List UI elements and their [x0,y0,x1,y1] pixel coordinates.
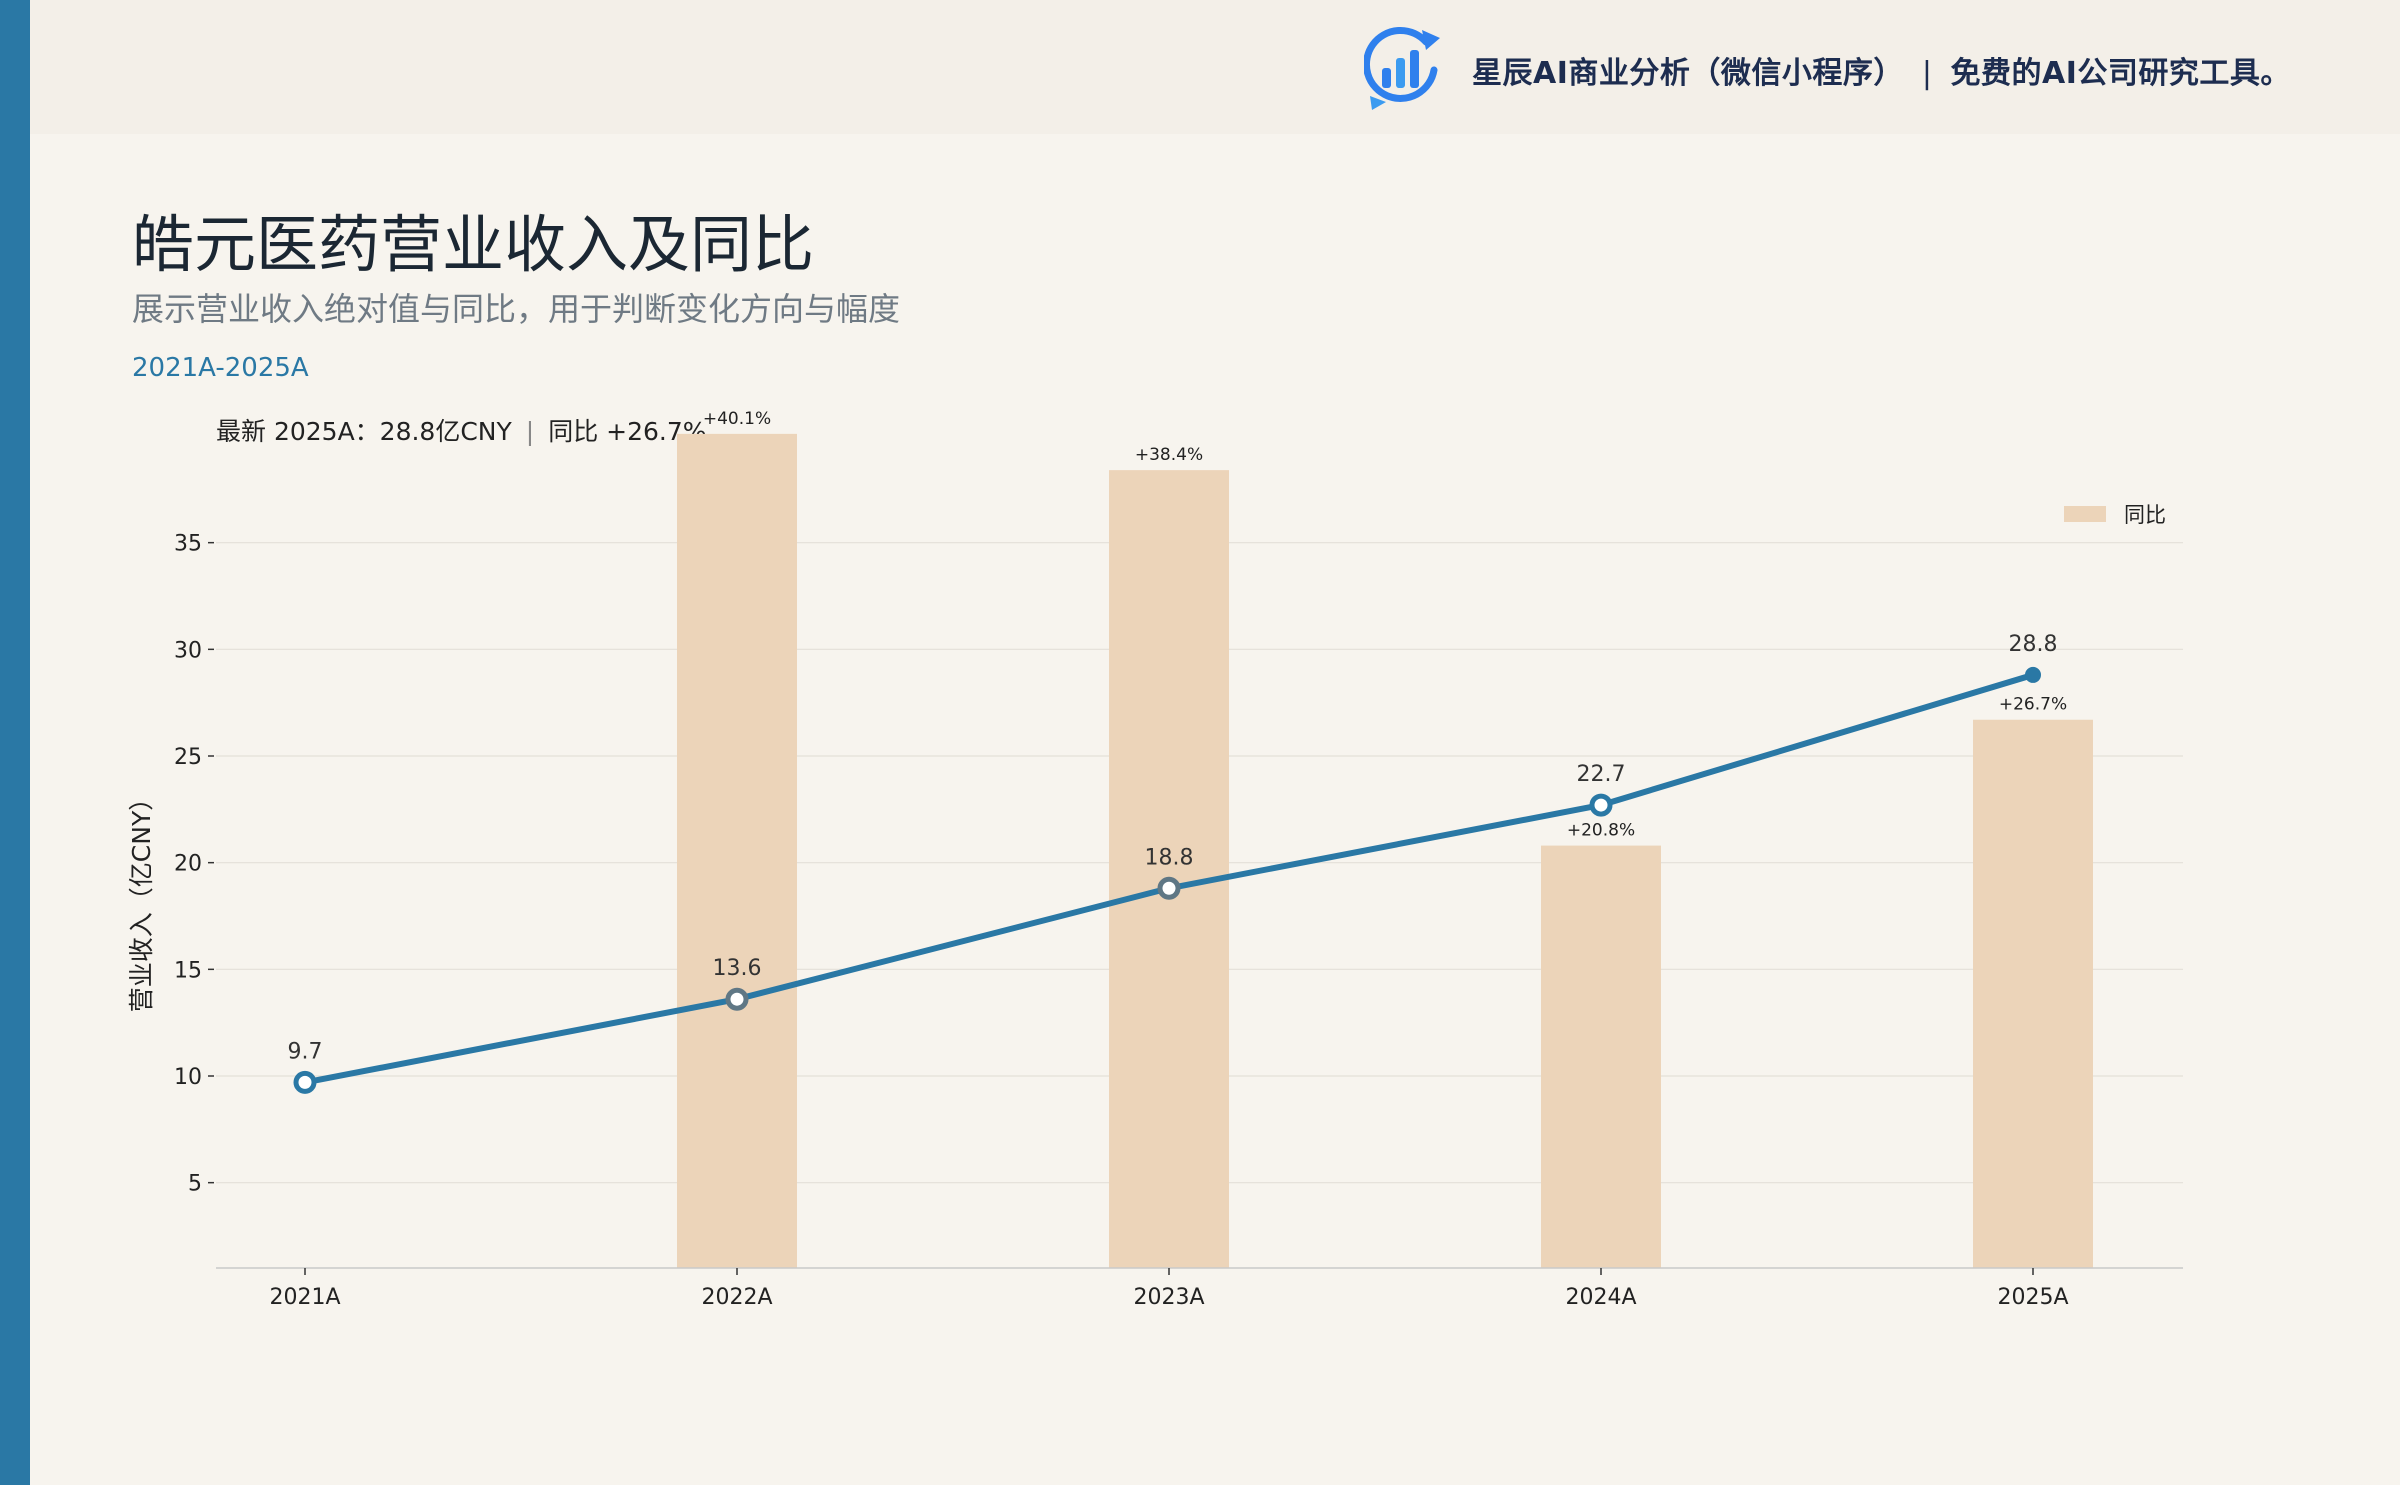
yoy-bar [1541,845,1661,1268]
revenue-point [1157,876,1181,900]
revenue-point [293,1070,317,1094]
x-tick-label: 2022A [701,1285,772,1310]
x-tick-label: 2024A [1565,1285,1636,1310]
yoy-bar-label: +26.7% [1999,695,2067,715]
chart-legend: 同比 [2064,503,2166,527]
revenue-point-label: 28.8 [2009,632,2058,657]
y-tick-label: 20 [174,852,202,877]
y-axis-ticks: 5 10 15 20 25 30 35 [174,532,214,1197]
revenue-point [1589,793,1613,817]
y-tick-label: 25 [174,745,202,770]
yoy-bars [677,433,2093,1269]
yoy-bar [1973,719,2093,1268]
y-tick-label: 5 [188,1172,202,1197]
revenue-point-label: 9.7 [288,1039,323,1064]
yoy-bar-labels: +40.1% +38.4% +20.8% +26.7% [703,409,2067,841]
y-axis-title: 营业收入（亿CNY） [127,786,156,1012]
x-tick-label: 2023A [1133,1285,1204,1310]
yoy-bar-label: +40.1% [703,409,771,429]
revenue-point [725,987,749,1011]
legend-label-yoy: 同比 [2124,503,2166,527]
revenue-point-label: 13.6 [713,956,762,981]
y-tick-label: 35 [174,532,202,557]
revenue-chart: +40.1% +38.4% +20.8% +26.7% 5 10 15 20 25 30 35 2… [127,409,2183,1310]
yoy-bar-label: +38.4% [1135,445,1203,465]
y-tick-label: 10 [174,1065,202,1090]
x-tick-label: 2021A [269,1285,340,1310]
legend-swatch-yoy [2064,506,2106,522]
revenue-point [2025,666,2041,683]
y-tick-label: 15 [174,958,202,983]
yoy-bar-label: +20.8% [1567,821,1635,841]
y-tick-label: 30 [174,638,202,663]
x-tick-label: 2025A [1997,1285,2068,1310]
yoy-bar [677,433,797,1268]
revenue-point-label: 22.7 [1577,762,1626,787]
x-axis-ticks: 2021A 2022A 2023A 2024A 2025A [269,1268,2069,1310]
revenue-point-label: 18.8 [1145,845,1194,870]
